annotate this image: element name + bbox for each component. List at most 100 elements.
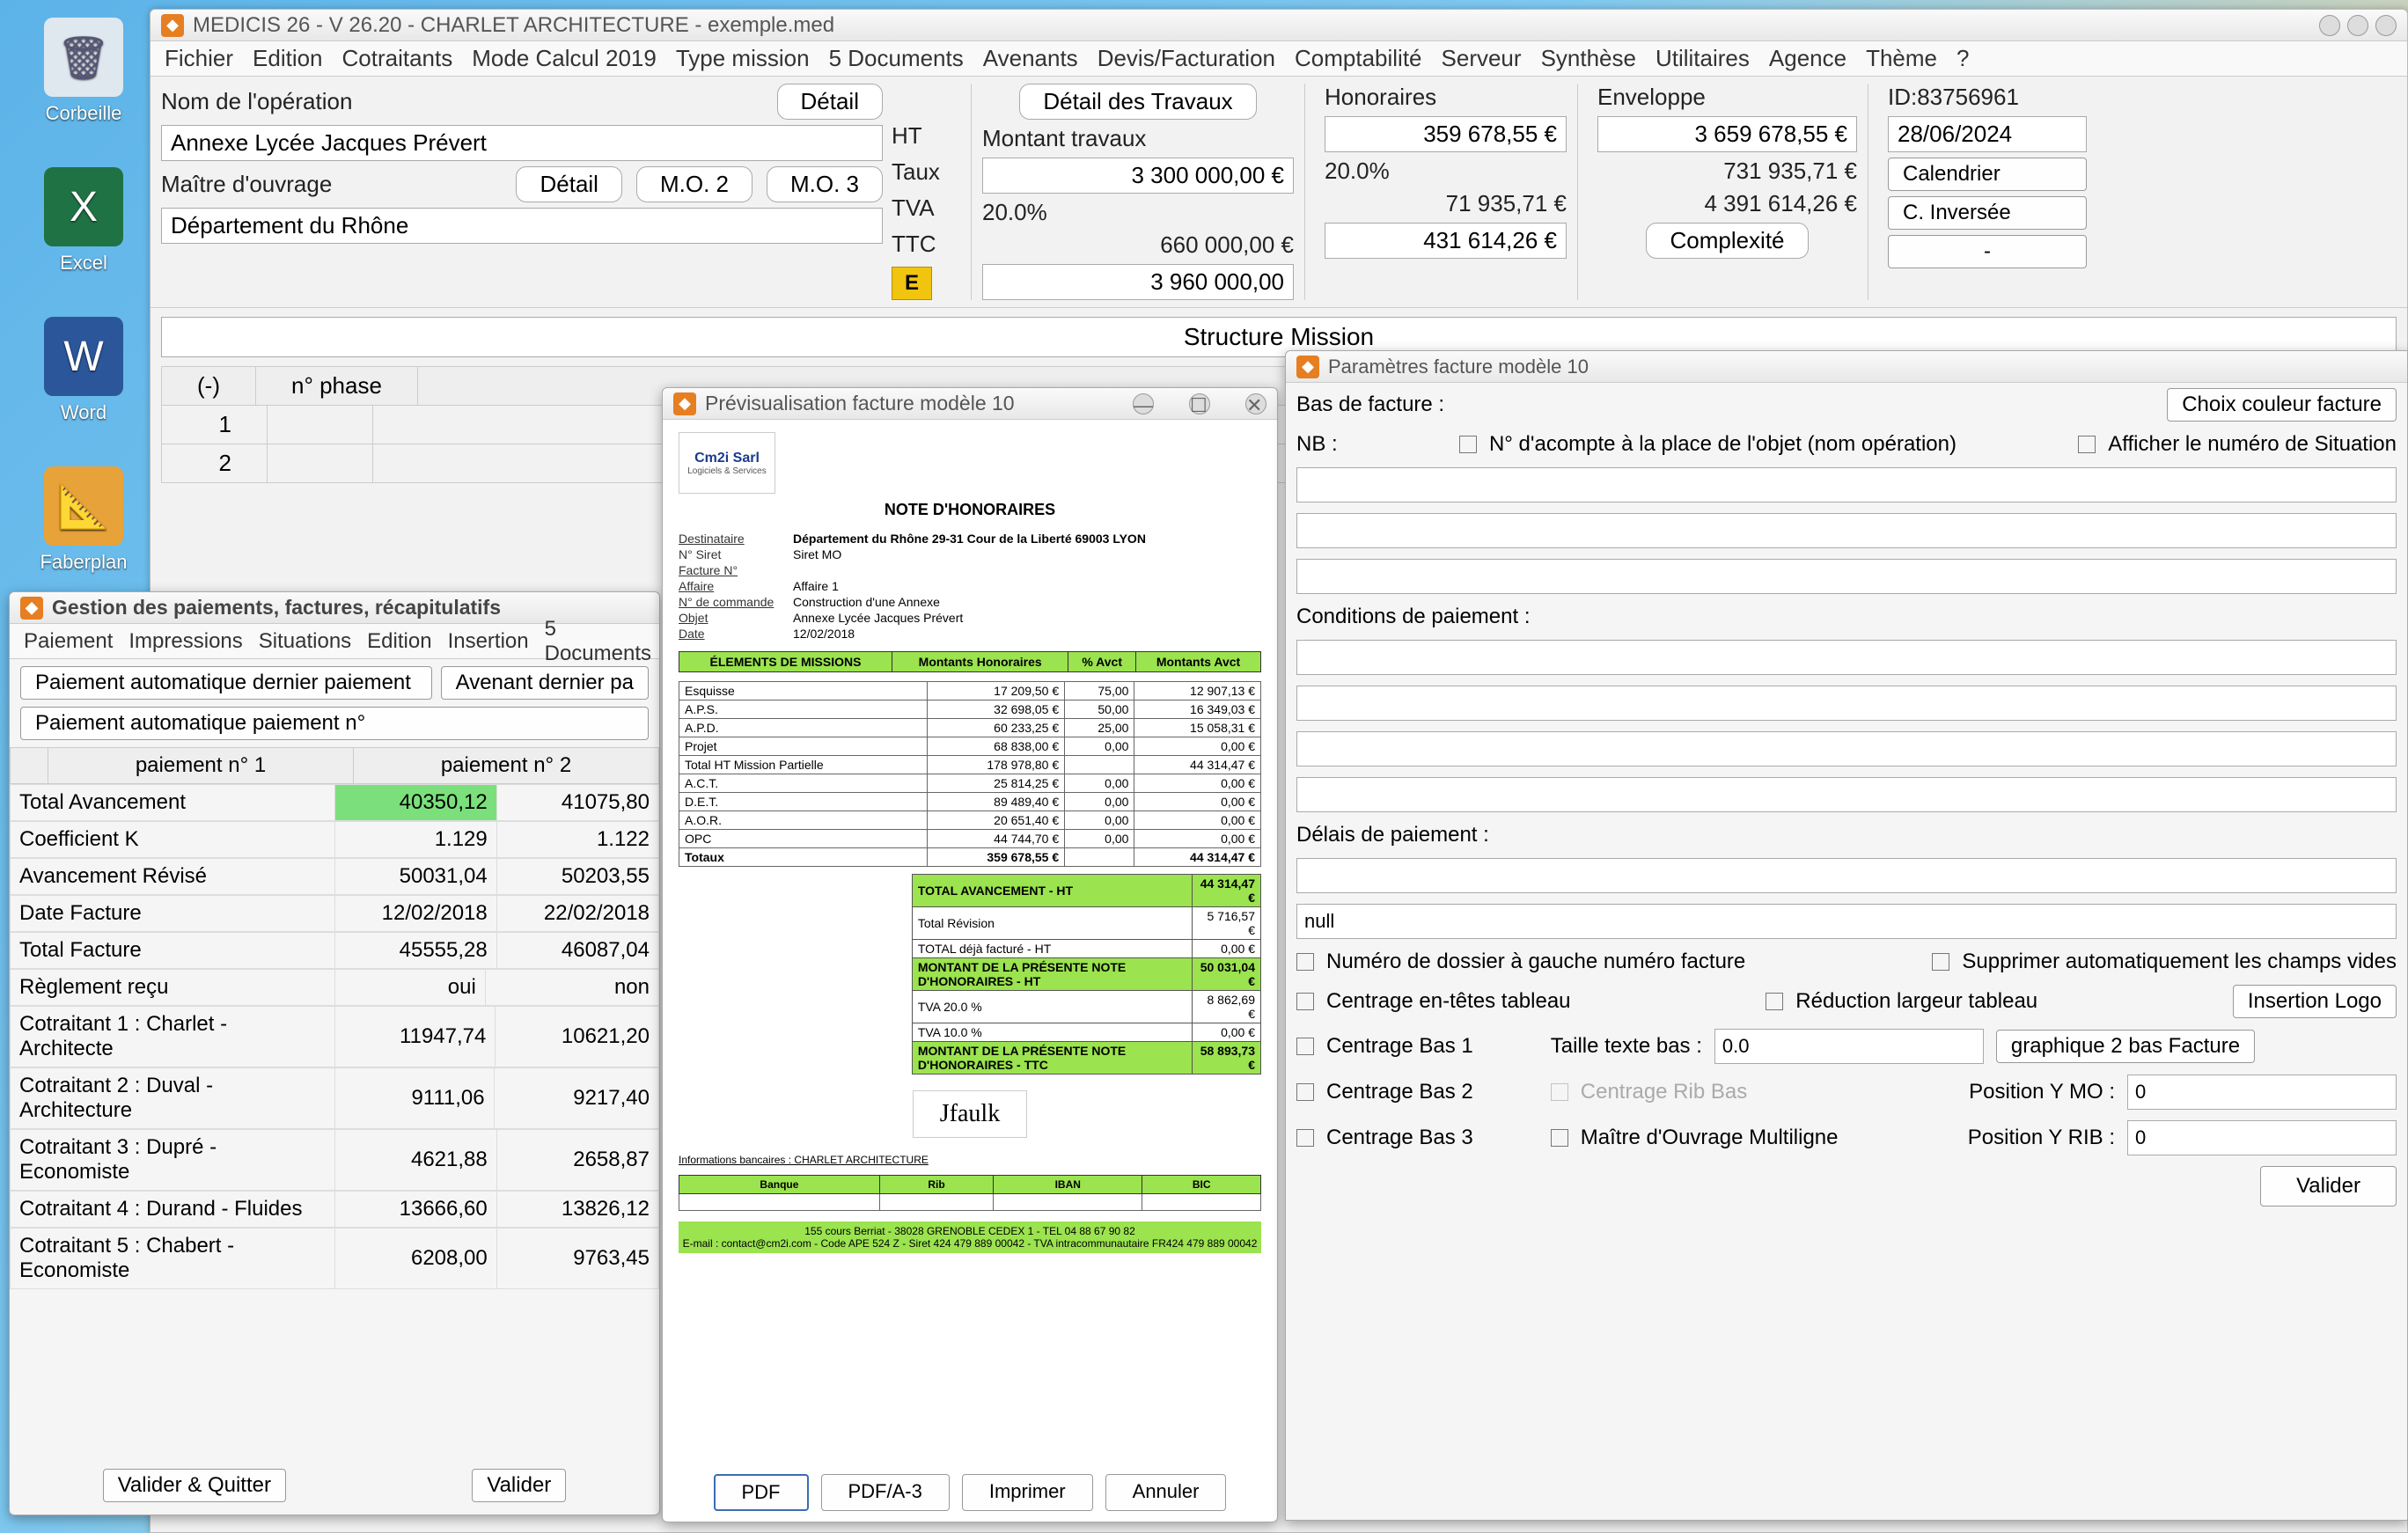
detail-button[interactable]: Détail [777,84,883,120]
cond4-input[interactable] [1296,777,2397,812]
menu-typemission[interactable]: Type mission [676,45,810,72]
honoraires-v2: 71 935,71 € [1325,190,1567,217]
delais-label: Délais de paiement : [1296,823,1489,847]
honoraires-v3[interactable]: 431 614,26 € [1325,223,1567,259]
menu-help[interactable]: ? [1956,45,1969,72]
menu-edition[interactable]: Edition [253,45,323,72]
cb1-checkbox[interactable] [1296,1038,1314,1055]
pdfa3-button[interactable]: PDF/A-3 [821,1474,950,1511]
annuler-button[interactable]: Annuler [1105,1474,1227,1511]
mo2-button[interactable]: M.O. 2 [636,166,752,202]
pay-menu-insertion[interactable]: Insertion [448,629,529,654]
pay-menu-paiement[interactable]: Paiement [24,629,113,654]
nb-label: NB : [1296,432,1338,457]
cb3-checkbox[interactable] [1296,1129,1314,1147]
pay-menu-impressions[interactable]: Impressions [128,629,242,654]
travaux-tva: 660 000,00 € [982,231,1294,259]
menu-devis[interactable]: Devis/Facturation [1098,45,1275,72]
menu-documents[interactable]: 5 Documents [829,45,964,72]
auto-num-button[interactable]: Paiement automatique paiement n° [20,707,649,740]
table-row[interactable]: Cotraitant 2 : Duval - Architecture9111,… [11,1068,659,1129]
afficher-situation-checkbox[interactable] [2078,436,2096,453]
taille-input[interactable] [1714,1029,1984,1064]
montant-travaux-input[interactable]: 3 300 000,00 € [982,158,1294,194]
posrib-input[interactable] [2127,1120,2397,1155]
menu-compta[interactable]: Comptabilité [1295,45,1422,72]
table-row[interactable]: Cotraitant 3 : Dupré - Economiste4621,88… [11,1130,659,1191]
auto-last-button[interactable]: Paiement automatique dernier paiement [20,666,432,700]
e-badge[interactable]: E [892,267,932,300]
table-row[interactable]: Avancement Révisé50031,0450203,55 [11,859,659,895]
valider-quitter-button[interactable]: Valider & Quitter [103,1469,286,1502]
insertion-logo-button[interactable]: Insertion Logo [2233,985,2397,1018]
bas1-input[interactable] [1296,467,2397,502]
pdf-button[interactable]: PDF [714,1474,809,1511]
close-icon[interactable] [2375,15,2397,36]
max-icon[interactable] [2347,15,2368,36]
supprimer-checkbox[interactable] [1932,953,1949,971]
mo3-button[interactable]: M.O. 3 [767,166,883,202]
menu-cotraitants[interactable]: Cotraitants [342,45,453,72]
delais2-input[interactable] [1296,904,2397,939]
delais1-input[interactable] [1296,858,2397,893]
mo-detail-button[interactable]: Détail [516,166,621,202]
calendrier-button[interactable]: Calendrier [1888,158,2087,191]
dossier-checkbox[interactable] [1296,953,1314,971]
imprimer-button[interactable]: Imprimer [962,1474,1093,1511]
mo-input[interactable]: Département du Rhône [161,208,883,244]
menu-modecalcul[interactable]: Mode Calcul 2019 [472,45,657,72]
max-icon[interactable]: ☐ [1189,393,1210,414]
close-icon[interactable]: ✕ [1245,393,1266,414]
pay-menu-edition[interactable]: Edition [367,629,431,654]
table-row[interactable]: Règlement reçuouinon [11,970,659,1006]
enveloppe-v1[interactable]: 3 659 678,55 € [1597,116,1857,152]
avenant-button[interactable]: Avenant dernier pa [441,666,649,700]
table-row[interactable]: Coefficient K1.1291.122 [11,822,659,858]
date-input[interactable]: 28/06/2024 [1888,116,2087,152]
menu-fichier[interactable]: Fichier [165,45,233,72]
menu-theme[interactable]: Thème [1866,45,1937,72]
operation-input[interactable]: Annexe Lycée Jacques Prévert [161,125,883,161]
table-row[interactable]: Total Avancement40350,1241075,80 [11,785,659,821]
honoraires-v1[interactable]: 359 678,55 € [1325,116,1567,152]
min-icon[interactable] [2319,15,2340,36]
bas2-input[interactable] [1296,513,2397,548]
table-row[interactable]: Cotraitant 4 : Durand - Fluides13666,601… [11,1192,659,1228]
params-valider-button[interactable]: Valider [2260,1166,2397,1207]
pay-menu-situations[interactable]: Situations [259,629,351,654]
cond3-input[interactable] [1296,731,2397,766]
desktop-icon-excel[interactable]: XExcel [26,167,141,275]
travaux-ttc[interactable]: 3 960 000,00 [982,264,1294,300]
acompte-checkbox[interactable] [1459,436,1477,453]
min-icon[interactable]: — [1133,393,1154,414]
complexite-button[interactable]: Complexité [1646,223,1808,259]
table-row[interactable]: Cotraitant 1 : Charlet - Architecte11947… [11,1007,659,1067]
table-row[interactable]: Date Facture12/02/201822/02/2018 [11,896,659,932]
valider-button[interactable]: Valider [472,1469,566,1502]
multi-checkbox[interactable] [1551,1129,1568,1147]
bas3-input[interactable] [1296,559,2397,594]
centrage-head-checkbox[interactable] [1296,993,1314,1010]
table-row[interactable]: Cotraitant 5 : Chabert - Economiste6208,… [11,1229,659,1289]
desktop-icon-faberplan[interactable]: 📐Faberplan [26,466,141,574]
menu-agence[interactable]: Agence [1769,45,1846,72]
ttc-label: TTC [892,231,936,258]
graphique-button[interactable]: graphique 2 bas Facture [1996,1030,2255,1063]
menu-synthese[interactable]: Synthèse [1541,45,1636,72]
detail-travaux-button[interactable]: Détail des Travaux [1019,84,1256,120]
cond2-input[interactable] [1296,686,2397,721]
cinversee-button[interactable]: C. Inversée [1888,196,2087,230]
posmo-input[interactable] [2127,1075,2397,1110]
reduc-checkbox[interactable] [1766,993,1783,1010]
table-row[interactable]: Total Facture45555,2846087,04 [11,933,659,969]
cond1-input[interactable] [1296,640,2397,675]
menu-utilitaires[interactable]: Utilitaires [1656,45,1750,72]
menu-serveur[interactable]: Serveur [1442,45,1522,72]
dash-button[interactable]: - [1888,235,2087,268]
pay-menu-documents[interactable]: 5 Documents [545,617,651,666]
desktop-icon-word[interactable]: WWord [26,317,141,424]
cb2-checkbox[interactable] [1296,1083,1314,1101]
choix-couleur-button[interactable]: Choix couleur facture [2167,388,2397,422]
desktop-icon-corbeille[interactable]: 🗑Corbeille [26,18,141,125]
menu-avenants[interactable]: Avenants [983,45,1078,72]
